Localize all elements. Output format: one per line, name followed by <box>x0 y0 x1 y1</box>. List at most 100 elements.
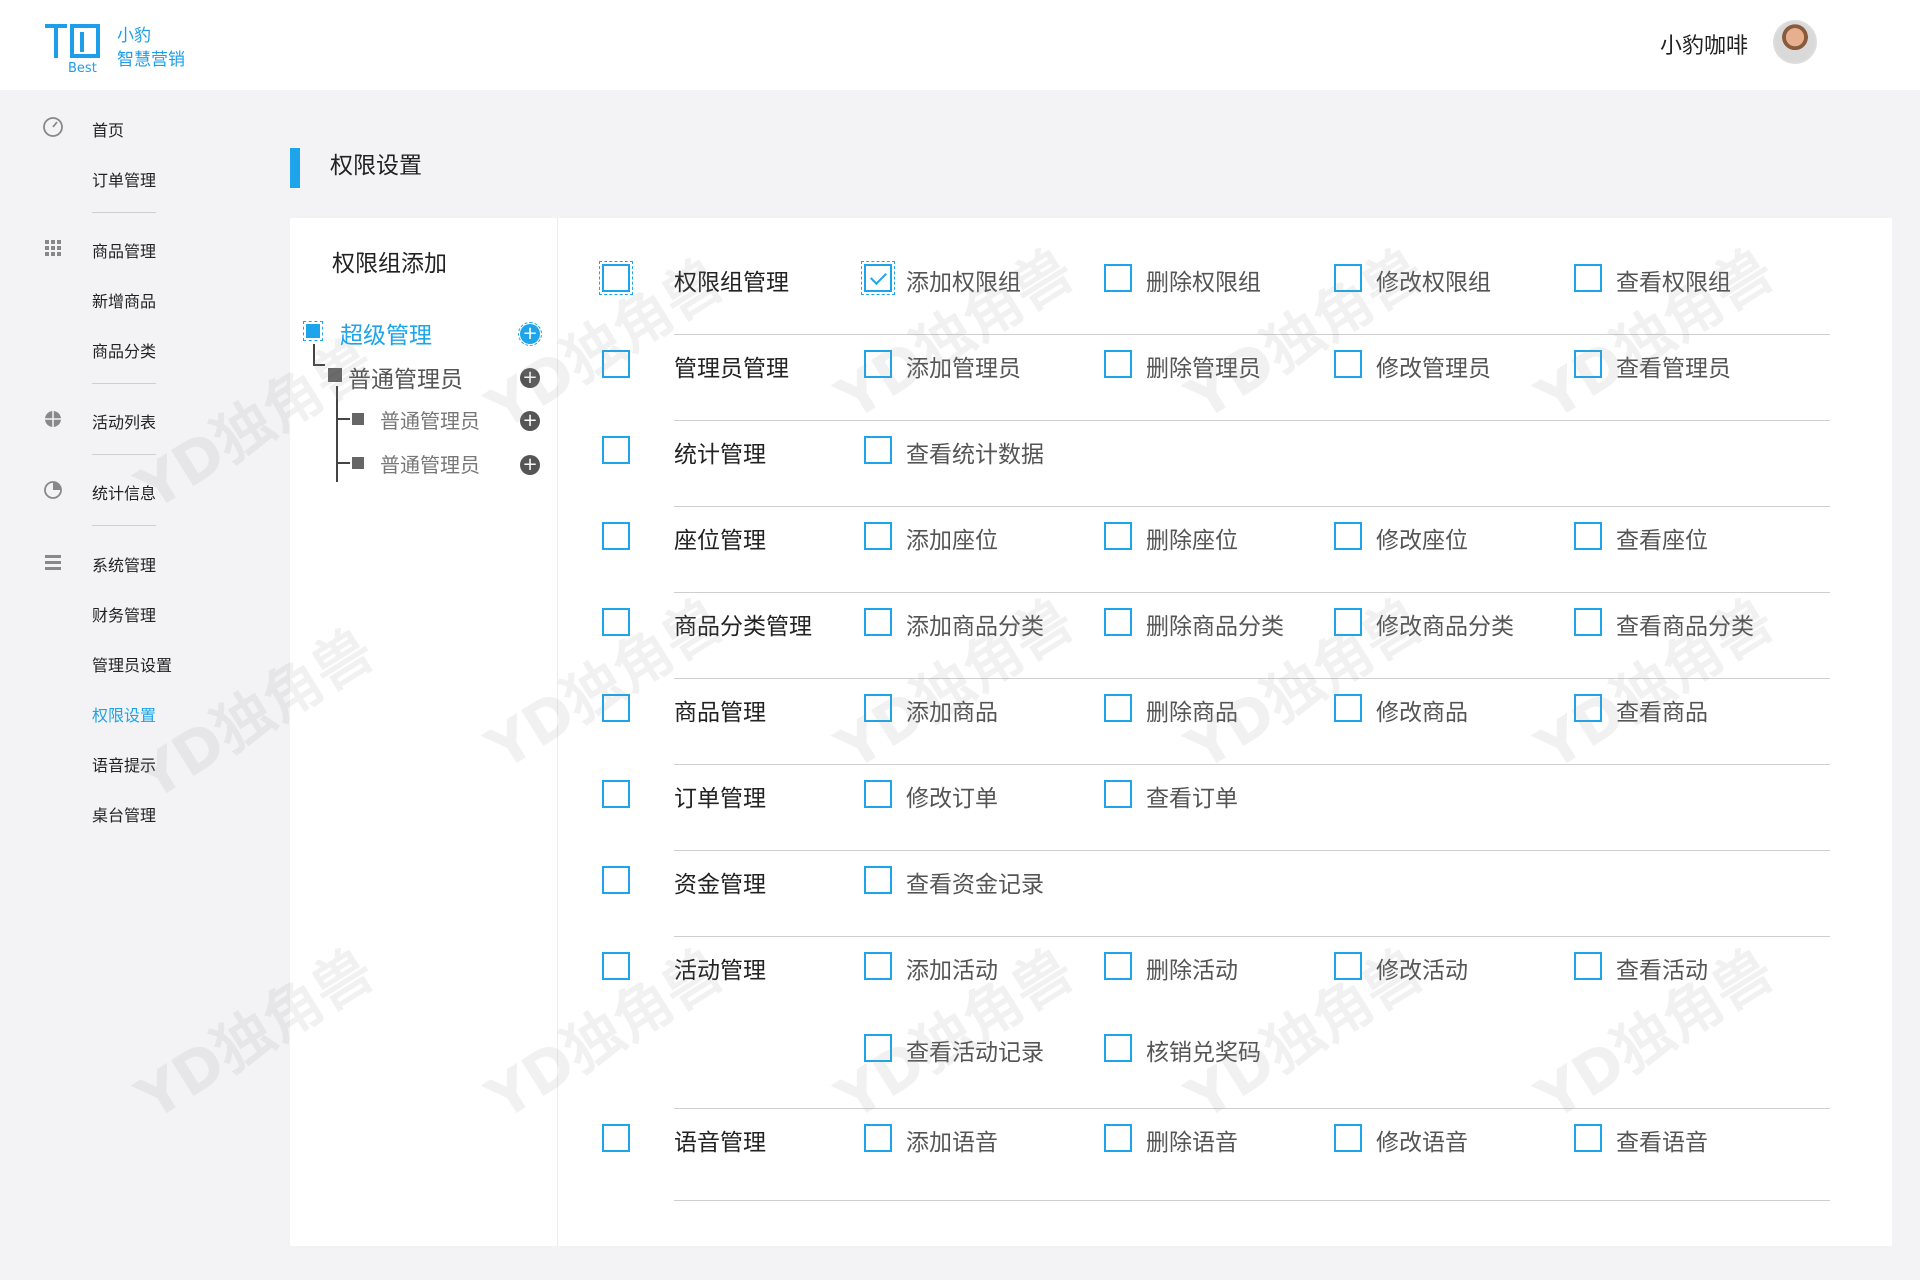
permission-label: 删除语音 <box>1146 1130 1238 1156</box>
permission-label: 查看管理员 <box>1616 356 1731 382</box>
permission-checkbox[interactable] <box>1104 780 1132 808</box>
permission-checkbox[interactable] <box>864 866 892 894</box>
sidebar-item-add-product[interactable]: 新增商品 <box>0 283 240 313</box>
permission-row: 商品管理 添加商品 删除商品 修改商品 查看商品 <box>290 694 1892 780</box>
permission-checkbox[interactable] <box>1334 350 1362 378</box>
permission-checkbox[interactable] <box>1104 1034 1132 1062</box>
permission-checkbox[interactable] <box>1104 694 1132 722</box>
permission-label: 删除活动 <box>1146 958 1238 984</box>
permission-checkbox[interactable] <box>1574 952 1602 980</box>
sidebar-item-permissions[interactable]: 权限设置 <box>0 697 240 727</box>
permission-label: 核销兑奖码 <box>1146 1040 1261 1066</box>
permission-checkbox[interactable] <box>1104 522 1132 550</box>
permission-checkbox[interactable] <box>864 522 892 550</box>
permission-checkbox[interactable] <box>1104 350 1132 378</box>
sidebar-item-statistics[interactable]: 统计信息 <box>0 475 240 505</box>
group-checkbox[interactable] <box>602 952 630 980</box>
permission-checkbox[interactable] <box>1104 1124 1132 1152</box>
permission-checkbox[interactable] <box>864 1124 892 1152</box>
sidebar-divider <box>92 525 156 526</box>
permission-label: 查看活动 <box>1616 958 1708 984</box>
permission-checkbox[interactable] <box>1104 952 1132 980</box>
permission-label: 查看资金记录 <box>906 872 1044 898</box>
permission-label: 添加商品 <box>906 700 998 726</box>
permission-checkbox[interactable] <box>864 436 892 464</box>
permission-label: 删除商品 <box>1146 700 1238 726</box>
permission-checkbox[interactable] <box>864 1034 892 1062</box>
sidebar-item-label: 首页 <box>92 121 125 140</box>
group-checkbox[interactable] <box>602 608 630 636</box>
avatar[interactable] <box>1773 20 1817 64</box>
sidebar-item-tables[interactable]: 桌台管理 <box>0 797 240 827</box>
brand-line-1: 小豹 <box>117 26 151 46</box>
permission-checkbox[interactable] <box>1574 264 1602 292</box>
permission-checkbox[interactable] <box>1334 608 1362 636</box>
sidebar-item-label: 商品分类 <box>92 342 157 361</box>
permission-checkbox[interactable] <box>1574 608 1602 636</box>
logo-mark-text: Best <box>68 61 97 74</box>
group-label: 活动管理 <box>674 958 766 984</box>
sidebar-item-voice-prompt[interactable]: 语音提示 <box>0 747 240 777</box>
permission-label: 修改语音 <box>1376 1130 1468 1156</box>
sidebar-item-orders[interactable]: 订单管理 <box>0 162 240 192</box>
group-checkbox[interactable] <box>599 261 633 295</box>
permission-checkbox[interactable] <box>1104 608 1132 636</box>
sidebar-divider <box>92 212 156 213</box>
permission-label: 查看权限组 <box>1616 270 1731 296</box>
group-checkbox[interactable] <box>602 1124 630 1152</box>
permission-label: 添加语音 <box>906 1130 998 1156</box>
permission-label: 添加管理员 <box>906 356 1021 382</box>
permission-checkbox[interactable] <box>864 350 892 378</box>
permission-label: 修改座位 <box>1376 528 1468 554</box>
permission-row: 统计管理 查看统计数据 <box>290 436 1892 522</box>
permission-checkbox[interactable] <box>1334 952 1362 980</box>
sidebar-item-products[interactable]: 商品管理 <box>0 233 240 263</box>
permission-checkbox[interactable] <box>1334 694 1362 722</box>
brand-logo[interactable]: Best 小豹 智慧营销 <box>42 18 202 74</box>
permission-label: 修改商品分类 <box>1376 614 1514 640</box>
group-checkbox[interactable] <box>602 522 630 550</box>
sidebar-item-label: 权限设置 <box>92 706 157 725</box>
row-divider <box>674 592 1830 593</box>
sidebar-item-label: 财务管理 <box>92 606 157 625</box>
sidebar-item-admin-settings[interactable]: 管理员设置 <box>0 647 240 677</box>
permission-row: 资金管理 查看资金记录 <box>290 866 1892 952</box>
permission-checkbox[interactable] <box>864 780 892 808</box>
permission-checkbox[interactable] <box>864 694 892 722</box>
group-checkbox[interactable] <box>602 436 630 464</box>
permission-checkbox[interactable] <box>1574 1124 1602 1152</box>
permission-checkbox[interactable] <box>1574 350 1602 378</box>
permission-row: 权限组管理 添加权限组 删除权限组 修改权限组 查看权限组 <box>290 261 1892 350</box>
permission-label: 修改权限组 <box>1376 270 1491 296</box>
permission-checkbox[interactable] <box>1574 522 1602 550</box>
permission-checkbox[interactable] <box>1574 694 1602 722</box>
permission-checkbox[interactable] <box>1334 1124 1362 1152</box>
sidebar-item-finance[interactable]: 财务管理 <box>0 597 240 627</box>
dashboard-icon <box>43 117 63 137</box>
permission-row: 商品分类管理 添加商品分类 删除商品分类 修改商品分类 查看商品分类 <box>290 608 1892 694</box>
permission-checkbox[interactable] <box>864 608 892 636</box>
permission-row: 语音管理 添加语音 删除语音 修改语音 查看语音 <box>290 1124 1892 1210</box>
user-name[interactable]: 小豹咖啡 <box>1660 28 1748 60</box>
permission-checkbox[interactable] <box>1334 522 1362 550</box>
permission-checkbox[interactable] <box>864 952 892 980</box>
permission-row: 活动管理 添加活动 删除活动 修改活动 查看活动 查看活动记录 核销兑奖码 <box>290 952 1892 1066</box>
group-label: 统计管理 <box>674 442 766 468</box>
group-label: 座位管理 <box>674 528 766 554</box>
permission-checkbox[interactable] <box>1104 264 1132 292</box>
group-checkbox[interactable] <box>602 866 630 894</box>
permission-checkbox[interactable] <box>1334 264 1362 292</box>
group-label: 语音管理 <box>674 1130 766 1156</box>
sidebar-item-system[interactable]: 系统管理 <box>0 547 240 577</box>
sidebar-item-product-category[interactable]: 商品分类 <box>0 333 240 363</box>
permission-checkbox[interactable] <box>861 261 895 295</box>
sidebar-item-home[interactable]: 首页 <box>0 112 240 142</box>
brand-line-2: 智慧营销 <box>117 50 185 70</box>
list-icon <box>45 555 61 570</box>
permission-label: 查看商品 <box>1616 700 1708 726</box>
group-checkbox[interactable] <box>602 780 630 808</box>
sidebar-item-label: 管理员设置 <box>92 656 173 675</box>
sidebar-item-activities[interactable]: 活动列表 <box>0 404 240 434</box>
group-checkbox[interactable] <box>602 350 630 378</box>
group-checkbox[interactable] <box>602 694 630 722</box>
